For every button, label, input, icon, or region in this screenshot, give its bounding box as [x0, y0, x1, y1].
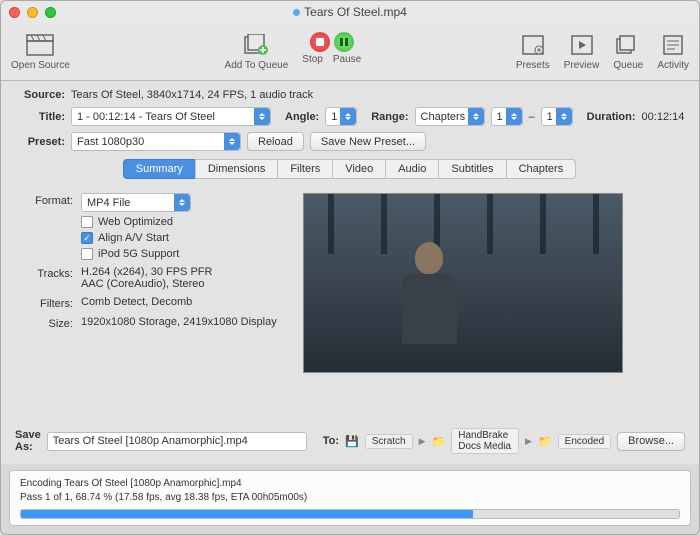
document-modified-icon	[293, 9, 300, 16]
range-sep: –	[529, 111, 535, 123]
clapperboard-icon	[26, 32, 54, 58]
chevron-updown-icon	[224, 133, 240, 150]
add-to-queue-label: Add To Queue	[225, 60, 289, 71]
angle-label: Angle:	[285, 111, 319, 123]
size-label: Size:	[25, 316, 73, 330]
add-queue-icon	[242, 32, 270, 58]
tab-dimensions[interactable]: Dimensions	[195, 159, 278, 179]
stop-label: Stop	[302, 54, 323, 65]
preset-label: Preset:	[15, 136, 65, 148]
presets-icon	[519, 32, 547, 58]
progress-title: Encoding Tears Of Steel [1080p Anamorphi…	[20, 477, 680, 491]
tab-chapters[interactable]: Chapters	[506, 159, 577, 179]
tab-video[interactable]: Video	[332, 159, 386, 179]
chevron-updown-icon	[174, 194, 190, 211]
align-av-checkbox[interactable]: Align A/V Start	[81, 232, 191, 244]
title-select[interactable]: 1 - 00:12:14 - Tears Of Steel	[71, 107, 271, 126]
add-to-queue-button[interactable]: Add To Queue	[225, 32, 289, 71]
range-to-select[interactable]: 1	[541, 107, 573, 126]
save-as-input[interactable]: Tears Of Steel [1080p Anamorphic].mp4	[47, 432, 307, 451]
duration-value: 00:12:14	[642, 111, 685, 123]
folder-icon: 📁	[538, 435, 552, 448]
format-select[interactable]: MP4 File	[81, 193, 191, 212]
chevron-updown-icon	[556, 108, 572, 125]
content-area: Source: Tears Of Steel, 3840x1714, 24 FP…	[1, 81, 699, 464]
source-value: Tears Of Steel, 3840x1714, 24 FPS, 1 aud…	[71, 89, 313, 101]
activity-label: Activity	[657, 60, 689, 71]
ipod-checkbox[interactable]: iPod 5G Support	[81, 248, 191, 260]
range-label: Range:	[371, 111, 408, 123]
toolbar: Open Source Add To Queue Stop Pause	[1, 23, 699, 81]
preset-select[interactable]: Fast 1080p30	[71, 132, 241, 151]
reload-preset-button[interactable]: Reload	[247, 132, 304, 151]
progress-fill	[21, 510, 473, 518]
presets-button[interactable]: Presets	[516, 32, 550, 71]
format-label: Format:	[25, 193, 73, 207]
preview-icon	[568, 32, 596, 58]
range-type-select[interactable]: Chapters	[415, 107, 485, 126]
app-window: Tears Of Steel.mp4 Open Source Add To Qu…	[0, 0, 700, 535]
save-new-preset-button[interactable]: Save New Preset...	[310, 132, 426, 151]
activity-button[interactable]: Activity	[657, 32, 689, 71]
tab-summary[interactable]: Summary	[123, 159, 196, 179]
tab-audio[interactable]: Audio	[385, 159, 439, 179]
size-value: 1920x1080 Storage, 2419x1080 Display	[81, 316, 277, 328]
window-title: Tears Of Steel.mp4	[1, 5, 699, 19]
progress-detail: Pass 1 of 1, 68.74 % (17.58 fps, avg 18.…	[20, 491, 680, 505]
range-from-select[interactable]: 1	[491, 107, 523, 126]
open-source-button[interactable]: Open Source	[11, 32, 70, 71]
filters-value: Comb Detect, Decomb	[81, 296, 192, 308]
activity-icon	[659, 32, 687, 58]
preview-label: Preview	[564, 60, 600, 71]
browse-button[interactable]: Browse...	[617, 432, 685, 451]
to-label: To:	[323, 435, 339, 447]
angle-select[interactable]: 1	[325, 107, 357, 126]
chevron-updown-icon	[506, 108, 522, 125]
pause-button[interactable]	[334, 32, 354, 52]
queue-button[interactable]: Queue	[613, 32, 643, 71]
chevron-right-icon: ▶	[419, 436, 426, 447]
open-source-label: Open Source	[11, 60, 70, 71]
progress-panel: Encoding Tears Of Steel [1080p Anamorphi…	[9, 470, 691, 526]
source-label: Source:	[15, 89, 65, 101]
tab-subtitles[interactable]: Subtitles	[438, 159, 506, 179]
disk-icon: 💾	[345, 435, 359, 448]
chevron-right-icon: ▶	[525, 436, 532, 447]
filters-label: Filters:	[25, 296, 73, 310]
titlebar: Tears Of Steel.mp4	[1, 1, 699, 23]
chevron-updown-icon	[254, 108, 270, 125]
path-segment[interactable]: Scratch	[365, 434, 413, 449]
tab-filters[interactable]: Filters	[277, 159, 333, 179]
queue-label: Queue	[613, 60, 643, 71]
tracks-label: Tracks:	[25, 266, 73, 280]
progress-bar	[20, 509, 680, 519]
tab-bar: Summary Dimensions Filters Video Audio S…	[15, 159, 685, 179]
pause-label: Pause	[333, 54, 361, 65]
duration-label: Duration:	[587, 111, 636, 123]
web-optimized-checkbox[interactable]: Web Optimized	[81, 216, 191, 228]
chevron-updown-icon	[468, 108, 484, 125]
preview-button[interactable]: Preview	[564, 32, 600, 71]
tracks-value: H.264 (x264), 30 FPS PFRAAC (CoreAudio),…	[81, 266, 212, 290]
path-segment[interactable]: Encoded	[558, 434, 611, 449]
stop-button[interactable]	[310, 32, 330, 52]
encode-controls: Stop Pause	[302, 32, 361, 71]
queue-icon	[614, 32, 642, 58]
path-segment[interactable]: HandBrake Docs Media	[451, 428, 519, 454]
folder-icon: 📁	[432, 435, 446, 448]
presets-label: Presets	[516, 60, 550, 71]
save-as-label: Save As:	[15, 429, 41, 453]
chevron-updown-icon	[340, 108, 356, 125]
title-label: Title:	[15, 111, 65, 123]
video-preview	[303, 193, 623, 373]
